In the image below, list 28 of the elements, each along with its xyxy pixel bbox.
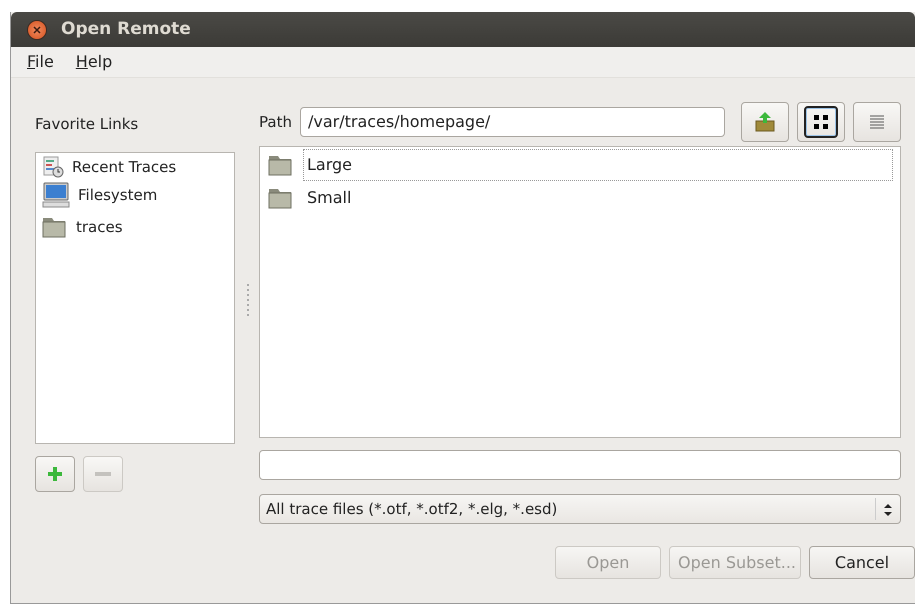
file-type-dropdown[interactable]: All trace files (*.otf, *.otf2, *.elg, *.esd) [259,494,901,524]
folder-entry[interactable]: Small [260,181,900,214]
path-label: Path [259,112,292,133]
dialog-button[interactable]: Cancel [809,546,915,579]
favorite-item[interactable]: Filesystem [36,179,234,211]
folder-icon [42,215,68,239]
up-folder-button[interactable] [741,102,789,142]
favorite-item[interactable]: traces [36,211,234,243]
dropdown-arrows-icon [883,502,893,517]
path-field[interactable]: /var/traces/homepage/ [300,107,725,137]
plus-icon [46,465,64,483]
list-view-button[interactable] [853,102,901,142]
icon-view-button[interactable] [797,102,845,142]
favorite-item[interactable]: Recent Traces [36,155,234,179]
list-icon [869,115,885,129]
minus-icon [94,471,112,477]
close-button[interactable] [27,20,47,40]
menu-item[interactable]: Help [76,50,112,74]
recent-traces-icon [42,156,64,178]
computer-icon [42,181,70,209]
folder-entry[interactable]: Large [260,148,900,181]
file-name-field[interactable] [259,450,901,480]
menu-item[interactable]: File [27,50,54,74]
window-title: Open Remote [61,18,191,41]
folder-up-icon [754,111,776,133]
favorites-label: Favorite Links [35,114,140,135]
close-icon [33,26,41,34]
grid-icon [813,114,829,130]
